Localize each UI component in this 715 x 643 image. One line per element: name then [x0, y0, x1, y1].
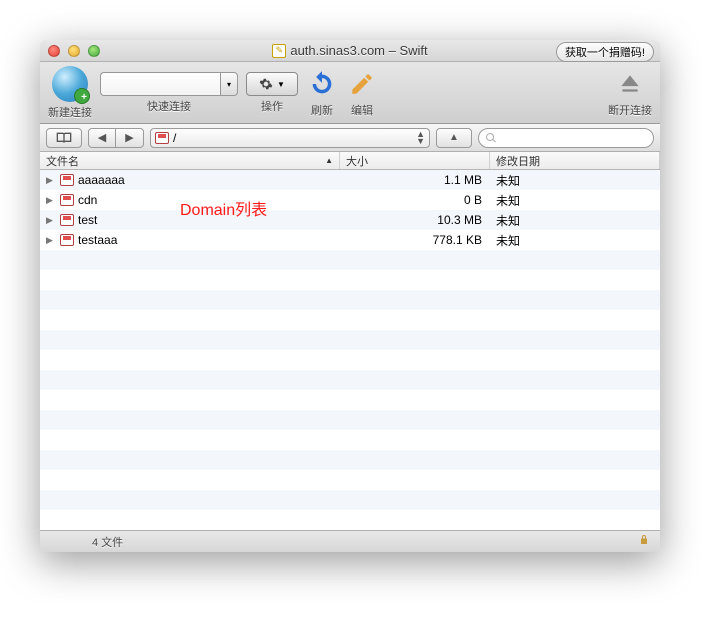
refresh-label: 刷新	[311, 102, 333, 118]
file-count: 4 文件	[92, 534, 123, 550]
chevron-right-icon: ▶	[125, 131, 133, 144]
pencil-icon	[346, 68, 378, 100]
empty-row	[40, 330, 660, 350]
file-date: 未知	[490, 212, 660, 229]
navbar: ◀ ▶ / ▲▼ ▲	[40, 124, 660, 152]
file-size: 0 B	[340, 193, 490, 207]
search-icon	[485, 132, 497, 144]
table-row[interactable]: ▶ cdn 0 B未知	[40, 190, 660, 210]
quick-connect: ▾ 快速连接	[100, 66, 238, 114]
zoom-icon[interactable]	[88, 45, 100, 57]
file-name: testaaa	[78, 233, 117, 247]
titlebar[interactable]: ✎ auth.sinas3.com – Swift 获取一个捐赠码!	[40, 40, 660, 62]
table-row[interactable]: ▶ testaaa 778.1 KB未知	[40, 230, 660, 250]
action-button[interactable]: ▼ 操作	[246, 66, 298, 114]
empty-row	[40, 490, 660, 510]
document-icon: ✎	[272, 44, 286, 58]
empty-row	[40, 510, 660, 530]
minimize-icon[interactable]	[68, 45, 80, 57]
header-date[interactable]: 修改日期	[490, 152, 660, 169]
chevron-left-icon: ◀	[98, 131, 106, 144]
disclosure-icon[interactable]: ▶	[46, 215, 56, 226]
empty-row	[40, 270, 660, 290]
disk-icon	[155, 132, 169, 144]
book-icon	[56, 132, 72, 144]
disk-icon	[60, 234, 74, 246]
file-date: 未知	[490, 192, 660, 209]
disconnect-button[interactable]: 断开连接	[608, 66, 652, 118]
donation-button[interactable]: 获取一个捐赠码!	[556, 42, 654, 62]
search-input[interactable]	[501, 131, 647, 145]
path-selector[interactable]: / ▲▼	[150, 128, 430, 148]
file-size: 1.1 MB	[340, 173, 490, 187]
new-connection-button[interactable]: 新建连接	[48, 66, 92, 120]
file-size: 778.1 KB	[340, 233, 490, 247]
column-headers: 文件名 ▲ 大小 修改日期	[40, 152, 660, 170]
refresh-button[interactable]: 刷新	[306, 66, 338, 118]
empty-row	[40, 250, 660, 270]
bookmarks-button[interactable]	[46, 128, 82, 148]
chevron-up-icon: ▲	[449, 132, 459, 143]
empty-row	[40, 450, 660, 470]
header-date-label: 修改日期	[496, 153, 540, 169]
window-title-text: auth.sinas3.com – Swift	[290, 43, 427, 58]
eject-icon	[614, 68, 646, 100]
gear-icon	[259, 77, 273, 91]
disk-icon	[60, 214, 74, 226]
empty-row	[40, 370, 660, 390]
nav-history: ◀ ▶	[88, 128, 144, 148]
file-date: 未知	[490, 232, 660, 249]
disconnect-label: 断开连接	[608, 102, 652, 118]
search-field[interactable]	[478, 128, 654, 148]
globe-plus-icon	[52, 66, 88, 102]
disclosure-icon[interactable]: ▶	[46, 195, 56, 206]
empty-row	[40, 350, 660, 370]
header-name-label: 文件名	[46, 153, 79, 169]
header-name[interactable]: 文件名 ▲	[40, 152, 340, 169]
table-row[interactable]: ▶ aaaaaaa 1.1 MB未知	[40, 170, 660, 190]
file-size: 10.3 MB	[340, 213, 490, 227]
header-size-label: 大小	[346, 153, 368, 169]
disclosure-icon[interactable]: ▶	[46, 235, 56, 246]
edit-button[interactable]: 编辑	[346, 66, 378, 118]
empty-row	[40, 410, 660, 430]
up-button[interactable]: ▲	[436, 128, 472, 148]
app-window: ✎ auth.sinas3.com – Swift 获取一个捐赠码! 新建连接 …	[40, 40, 660, 552]
toolbar: 新建连接 ▾ 快速连接 ▼ 操作 刷新 编辑	[40, 62, 660, 124]
disk-icon	[60, 174, 74, 186]
file-list[interactable]: Domain列表 ▶aaaaaaa1.1 MB未知▶cdn0 B未知▶test1…	[40, 170, 660, 530]
empty-row	[40, 390, 660, 410]
header-size[interactable]: 大小	[340, 152, 490, 169]
refresh-icon	[306, 68, 338, 100]
empty-row	[40, 430, 660, 450]
lock-icon	[638, 534, 650, 549]
traffic-lights	[40, 45, 100, 57]
sort-asc-icon: ▲	[325, 156, 333, 165]
file-name: aaaaaaa	[78, 173, 125, 187]
forward-button[interactable]: ▶	[116, 128, 144, 148]
quick-connect-dropdown[interactable]: ▾	[220, 72, 238, 96]
file-name: cdn	[78, 193, 97, 207]
updown-icon: ▲▼	[416, 131, 425, 145]
file-date: 未知	[490, 172, 660, 189]
empty-row	[40, 470, 660, 490]
disk-icon	[60, 194, 74, 206]
edit-label: 编辑	[351, 102, 373, 118]
table-row[interactable]: ▶ test 10.3 MB未知	[40, 210, 660, 230]
file-name: test	[78, 213, 97, 227]
action-label: 操作	[261, 98, 283, 114]
new-connection-label: 新建连接	[48, 104, 92, 120]
quick-connect-input[interactable]	[100, 72, 220, 96]
empty-row	[40, 310, 660, 330]
quick-connect-label: 快速连接	[147, 98, 191, 114]
disclosure-icon[interactable]: ▶	[46, 175, 56, 186]
empty-row	[40, 290, 660, 310]
close-icon[interactable]	[48, 45, 60, 57]
statusbar: 4 文件	[40, 530, 660, 552]
chevron-down-icon: ▼	[277, 80, 285, 89]
path-text: /	[173, 131, 176, 145]
back-button[interactable]: ◀	[88, 128, 116, 148]
